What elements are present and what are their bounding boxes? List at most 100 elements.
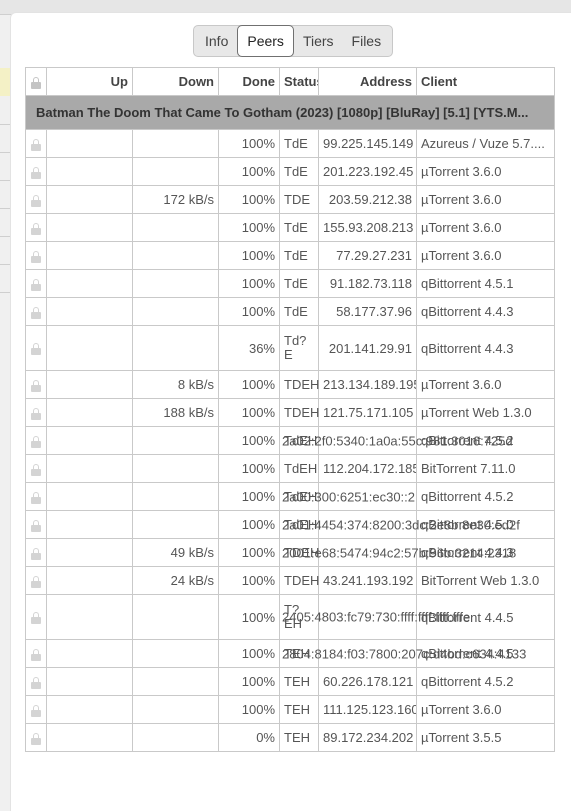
encryption-cell bbox=[25, 538, 47, 567]
encryption-cell bbox=[25, 594, 47, 640]
lock-icon bbox=[31, 463, 41, 476]
background-row-divider bbox=[0, 264, 10, 265]
encryption-cell bbox=[25, 297, 47, 326]
peer-row[interactable]: 100% TdE 155.93.208.213 µTorrent 3.6.0 bbox=[25, 213, 555, 242]
peer-row[interactable]: 8 kB/s 100% TDEH 213.134.189.195 µTorrent 3.… bbox=[25, 370, 555, 399]
up-column-header[interactable]: Up bbox=[46, 67, 133, 96]
peer-up-rate bbox=[46, 241, 133, 270]
peer-status: TEH bbox=[284, 730, 310, 745]
peer-row[interactable]: 100% TdE 58.177.37.96 qBittorrent 4.4.3 bbox=[25, 297, 555, 326]
peer-row[interactable]: 100% TdEH 2a01:4454:374:8200:3dc:2e8b:8e30… bbox=[25, 510, 555, 539]
peer-address-cell: 112.204.172.185 bbox=[318, 454, 417, 483]
peer-client: µTorrent 3.5.5 bbox=[416, 723, 555, 752]
peer-progress: 100% bbox=[218, 157, 280, 186]
peer-client: BitTorrent Web 1.3.0 bbox=[416, 566, 555, 595]
peer-row[interactable]: 100% TdEH 2a02:2f0:5340:1a0a:55c:981:3016:… bbox=[25, 426, 555, 455]
peer-progress: 100% bbox=[218, 297, 280, 326]
peer-up-rate bbox=[46, 454, 133, 483]
peer-status-cell: TDE bbox=[279, 185, 319, 214]
peer-address: 58.177.37.96 bbox=[336, 304, 412, 319]
peer-row[interactable]: 100% TEH 60.226.178.121 qBittorrent 4.5.2 bbox=[25, 667, 555, 696]
lock-icon bbox=[31, 250, 41, 263]
encryption-cell bbox=[25, 129, 47, 158]
down-column-header[interactable]: Down bbox=[132, 67, 219, 96]
peer-up-rate bbox=[46, 269, 133, 298]
peer-row[interactable]: 172 kB/s 100% TDE 203.59.212.38 µTorrent 3.6… bbox=[25, 185, 555, 214]
peer-client: µTorrent 3.6.0 bbox=[416, 241, 555, 270]
peer-client: qBittorrent 4.5.1 bbox=[416, 269, 555, 298]
peer-status-cell: Td? E bbox=[279, 325, 319, 371]
peer-row[interactable]: 36% Td? E 201.141.29.91 qBittorrent 4.4.3 bbox=[25, 325, 555, 371]
peer-address-cell: 60.226.178.121 bbox=[318, 667, 417, 696]
peer-progress: 100% bbox=[218, 454, 280, 483]
lock-icon bbox=[31, 519, 41, 532]
peer-down-rate: 49 kB/s bbox=[132, 538, 219, 567]
peer-address: 43.241.193.192 bbox=[323, 573, 414, 588]
peer-address: 2001:e68:5474:94c2:57b:96b:3214:2318 bbox=[282, 545, 517, 560]
encryption-cell bbox=[25, 398, 47, 427]
tab-peers[interactable]: Peers bbox=[237, 25, 294, 57]
peer-status: TdE bbox=[284, 276, 308, 291]
encryption-column-header[interactable] bbox=[25, 67, 47, 96]
tab-files[interactable]: Files bbox=[343, 26, 391, 56]
peer-row[interactable]: 100% TdE 91.182.73.118 qBittorrent 4.5.1 bbox=[25, 269, 555, 298]
peer-row[interactable]: 49 kB/s 100% TDEH 2001:e68:5474:94c2:57b:96… bbox=[25, 538, 555, 567]
peer-address-cell: 201.223.192.45 bbox=[318, 157, 417, 186]
peer-address-cell: 111.125.123.160 bbox=[318, 695, 417, 724]
peer-row[interactable]: 100% T? EH 2405:4803:fc79:730:ffff:ffff:ff… bbox=[25, 594, 555, 640]
encryption-cell bbox=[25, 566, 47, 595]
peer-address-cell: 99.225.145.149 bbox=[318, 129, 417, 158]
peer-row[interactable]: 188 kB/s 100% TDEH 121.75.171.105 µTorrent W… bbox=[25, 398, 555, 427]
lock-icon bbox=[31, 407, 41, 420]
peer-progress: 100% bbox=[218, 185, 280, 214]
background-row-divider bbox=[0, 180, 10, 181]
peer-status: Td? E bbox=[284, 333, 307, 362]
peer-status-cell: TEH bbox=[279, 667, 319, 696]
tab-info[interactable]: Info bbox=[196, 26, 237, 56]
encryption-cell bbox=[25, 185, 47, 214]
peer-status: TEH bbox=[284, 702, 310, 717]
peer-row[interactable]: 24 kB/s 100% TDEH 43.241.193.192 BitTorrent … bbox=[25, 566, 555, 595]
peer-down-rate: 24 kB/s bbox=[132, 566, 219, 595]
peer-client: qBittorrent 4.4.3 bbox=[416, 297, 555, 326]
peer-address-cell: 91.182.73.118 bbox=[318, 269, 417, 298]
peer-row[interactable]: 100% TEH 111.125.123.160 µTorrent 3.6.0 bbox=[25, 695, 555, 724]
peer-row[interactable]: 100% TEH 2804:8184:f03:7800:207c:d4bd:c634… bbox=[25, 639, 555, 668]
peer-status: TDEH bbox=[284, 573, 320, 588]
lock-icon bbox=[31, 612, 41, 625]
client-column-header[interactable]: Client bbox=[416, 67, 555, 96]
peer-up-rate bbox=[46, 213, 133, 242]
peer-up-rate bbox=[46, 129, 133, 158]
peer-row[interactable]: 100% TdE 201.223.192.45 µTorrent 3.6.0 bbox=[25, 157, 555, 186]
encryption-cell bbox=[25, 510, 47, 539]
peer-client: µTorrent Web 1.3.0 bbox=[416, 398, 555, 427]
peer-row[interactable]: 0% TEH 89.172.234.202 µTorrent 3.5.5 bbox=[25, 723, 555, 752]
peer-address-cell: 43.241.193.192 bbox=[318, 566, 417, 595]
tab-tiers[interactable]: Tiers bbox=[294, 26, 343, 56]
peer-address: 121.75.171.105 bbox=[323, 405, 414, 420]
lock-icon bbox=[31, 194, 41, 207]
peer-row[interactable]: 100% TdE 99.225.145.149 Azureus / Vuze 5.7.… bbox=[25, 129, 555, 158]
peer-address: 201.223.192.45 bbox=[323, 164, 414, 179]
peer-address: 111.125.123.160 bbox=[323, 702, 417, 717]
address-column-header[interactable]: Address bbox=[318, 67, 417, 96]
peer-client: µTorrent 3.6.0 bbox=[416, 695, 555, 724]
status-column-header[interactable]: Status bbox=[279, 67, 319, 96]
peer-status-cell: TEH bbox=[279, 695, 319, 724]
peer-status-cell: TdE bbox=[279, 269, 319, 298]
peer-row[interactable]: 100% TdE 77.29.27.231 µTorrent 3.6.0 bbox=[25, 241, 555, 270]
encryption-cell bbox=[25, 639, 47, 668]
lock-icon bbox=[31, 379, 41, 392]
peer-address-cell: 2405:4803:fc79:730:ffff:ffff:ffff:fffe bbox=[282, 594, 470, 640]
peer-down-rate bbox=[132, 723, 219, 752]
peer-row[interactable]: 100% TdEH 112.204.172.185 BitTorrent 7.11.0 bbox=[25, 454, 555, 483]
peer-progress: 100% bbox=[218, 426, 280, 455]
peer-address-cell: 155.93.208.213 bbox=[318, 213, 417, 242]
done-column-header[interactable]: Done bbox=[218, 67, 280, 96]
peer-status: TEH bbox=[284, 674, 310, 689]
lock-icon bbox=[31, 138, 41, 151]
lock-icon bbox=[31, 732, 41, 745]
peer-progress: 36% bbox=[218, 325, 280, 371]
peer-client: BitTorrent 7.11.0 bbox=[416, 454, 555, 483]
peer-row[interactable]: 100% TdEH 2a00:300:6251:ec30::2 qBittorrent… bbox=[25, 482, 555, 511]
